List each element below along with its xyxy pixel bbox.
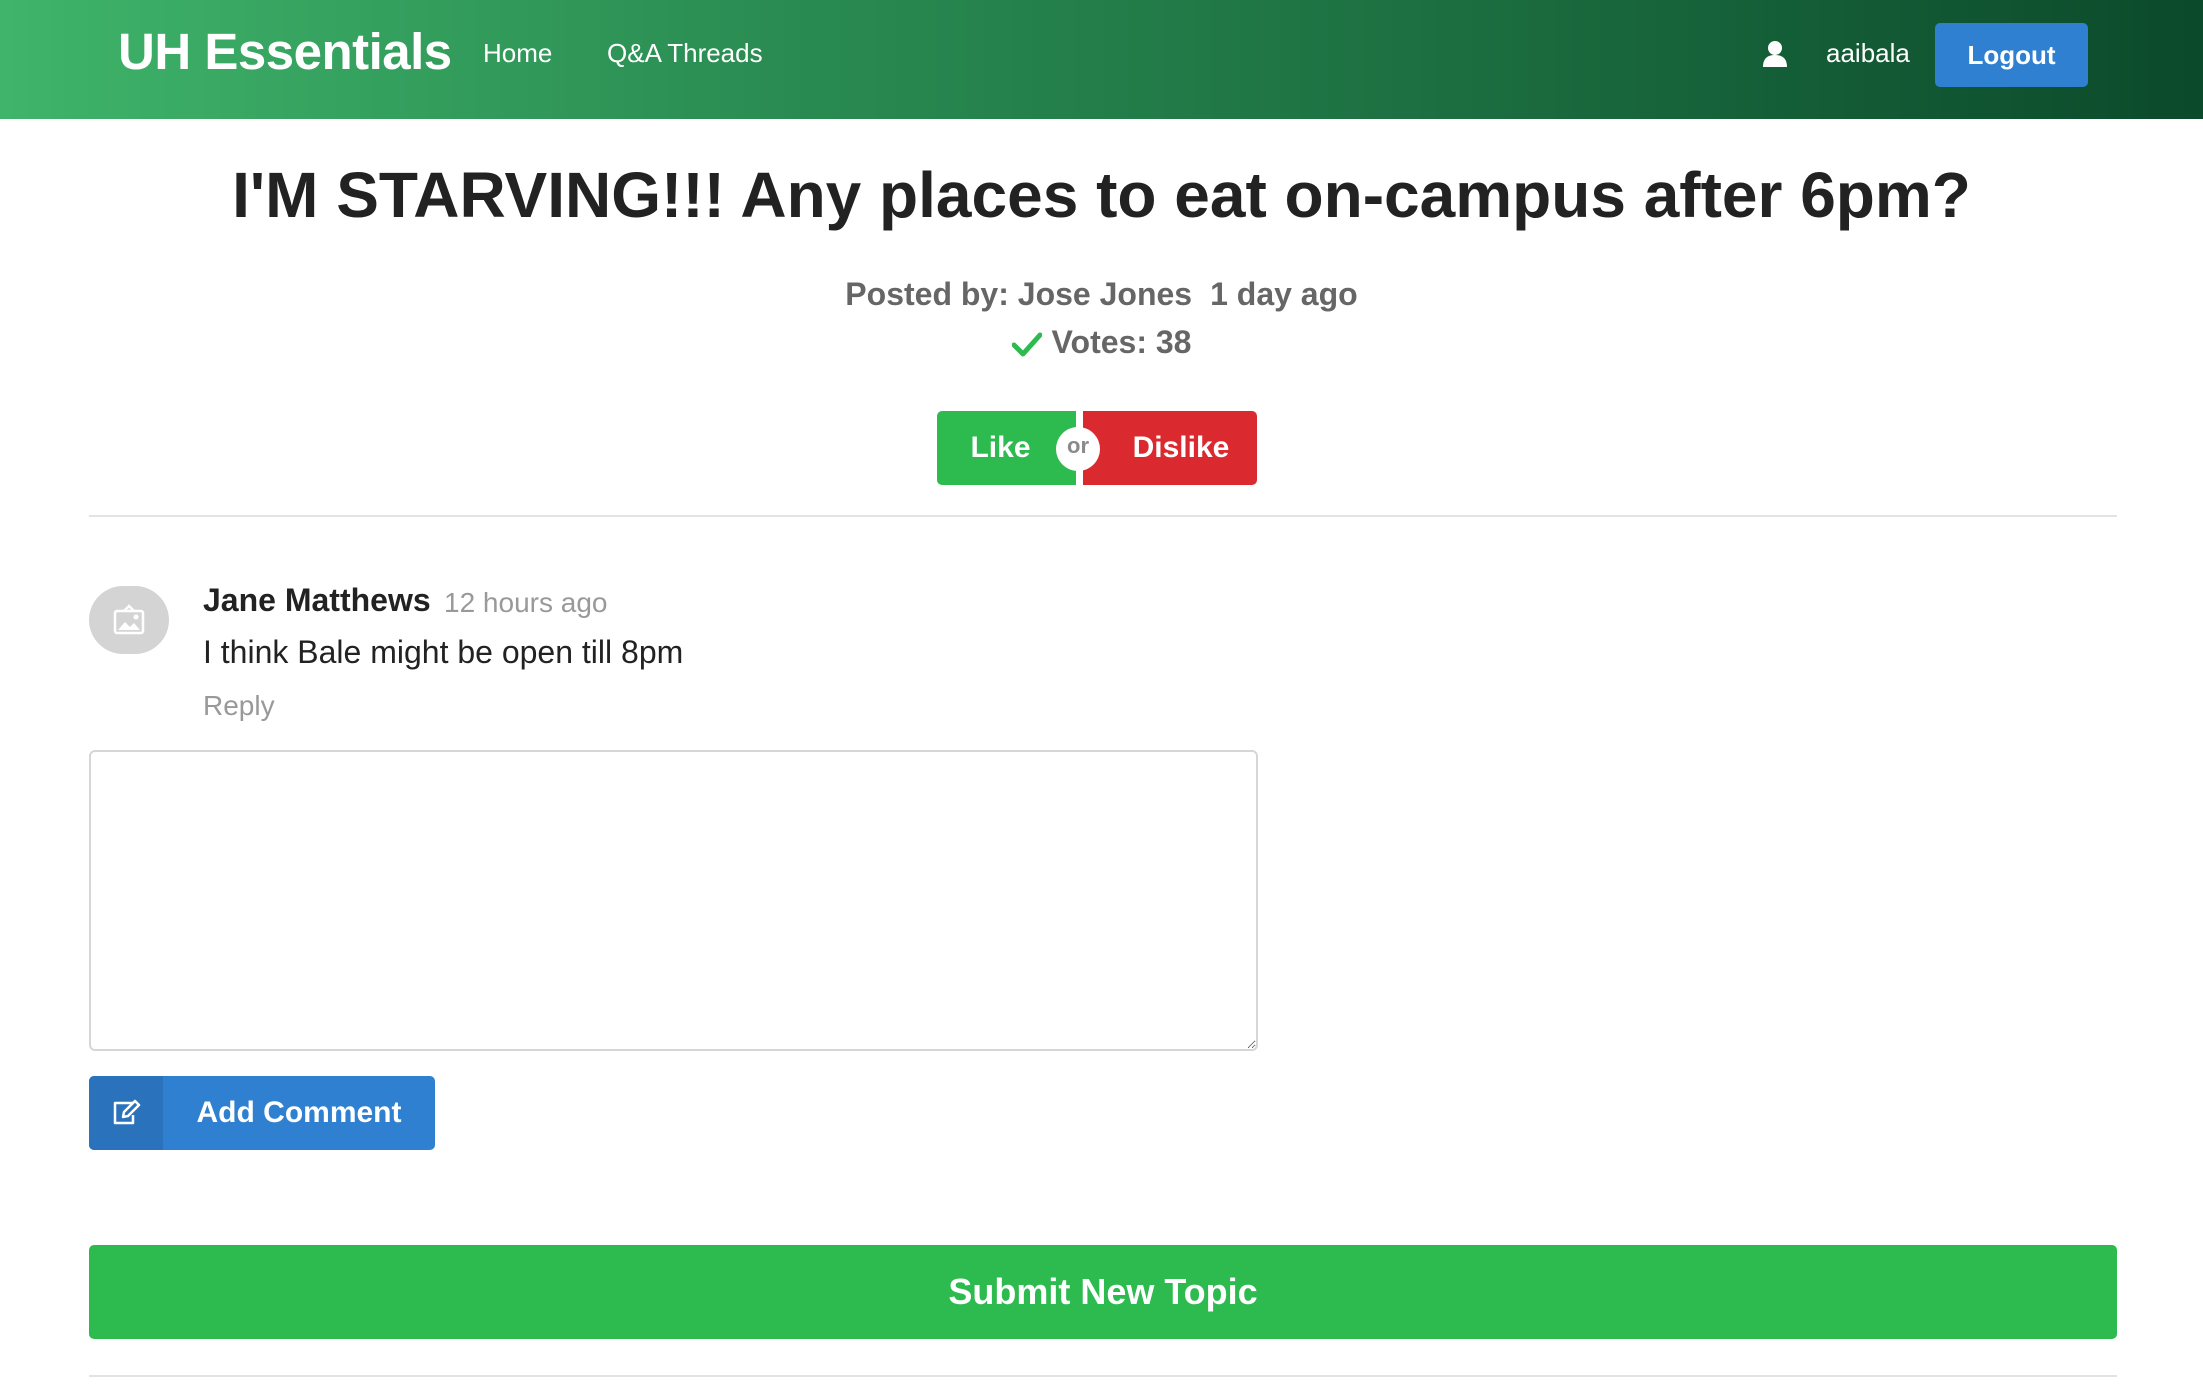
comment-time: 12 hours ago: [444, 587, 608, 618]
comment-text: I think Bale might be open till 8pm: [203, 634, 684, 670]
add-comment-button[interactable]: Add Comment: [89, 1076, 435, 1150]
dislike-button[interactable]: Dislike: [1083, 411, 1257, 485]
footer-divider: [89, 1375, 2117, 1377]
logout-button[interactable]: Logout: [1935, 23, 2088, 87]
reply-link[interactable]: Reply: [203, 690, 275, 722]
checkmark-icon: [1011, 332, 1043, 357]
top-navbar: UH Essentials Home Q&A Threads aaibala L…: [0, 0, 2203, 119]
brand-logo[interactable]: UH Essentials: [118, 22, 452, 81]
avatar: [89, 586, 169, 654]
or-divider: or: [1056, 427, 1100, 471]
posted-time: 1 day ago: [1210, 276, 1358, 312]
nav-qa-threads-link[interactable]: Q&A Threads: [607, 38, 763, 69]
edit-icon: [89, 1076, 163, 1150]
image-placeholder-icon: [113, 604, 145, 635]
username-label: aaibala: [1826, 38, 1910, 68]
comment-textarea[interactable]: [89, 750, 1258, 1051]
submit-new-topic-button[interactable]: Submit New Topic: [89, 1245, 2117, 1339]
posted-by-author: Posted by: Jose Jones: [845, 276, 1193, 312]
votes-count: Votes: 38: [1051, 324, 1192, 360]
user-icon: [1762, 40, 1788, 68]
section-divider: [89, 515, 2117, 517]
posted-by-line: Posted by: Jose Jones 1 day ago: [0, 276, 2203, 313]
votes-line: Votes: 38: [0, 324, 2203, 361]
nav-home-link[interactable]: Home: [483, 38, 552, 69]
topic-title: I'M STARVING!!! Any places to eat on-cam…: [232, 159, 1971, 231]
vote-button-group: Like Dislike or: [937, 411, 1257, 485]
add-comment-label: Add Comment: [196, 1096, 402, 1129]
comment-author[interactable]: Jane Matthews: [203, 582, 431, 619]
